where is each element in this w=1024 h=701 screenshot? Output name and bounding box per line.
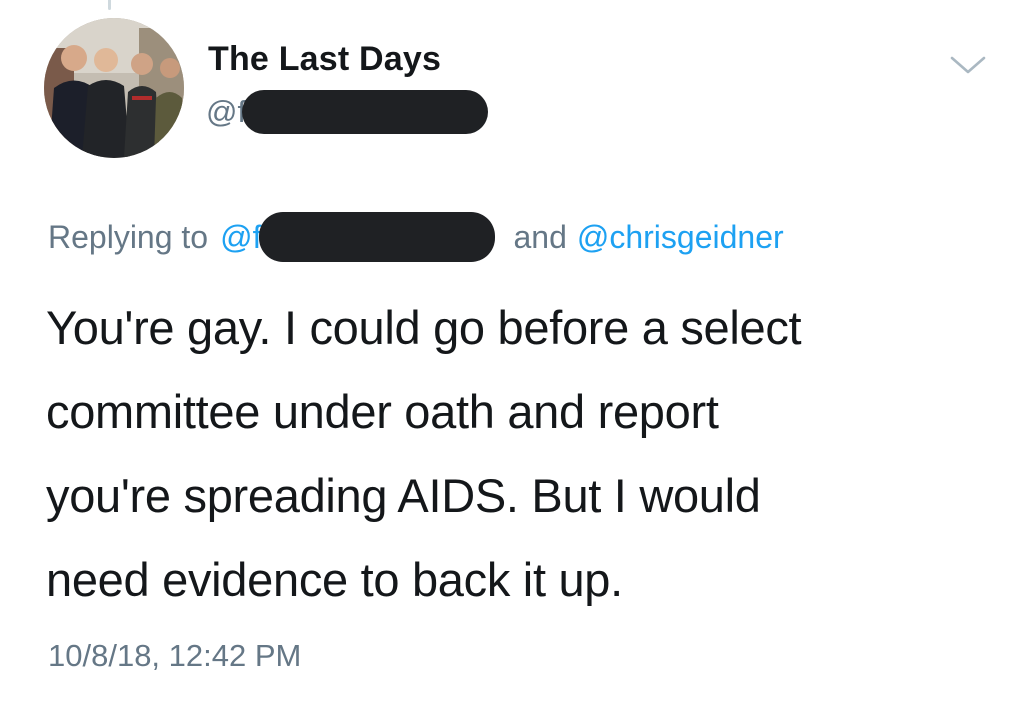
- author-handle-visible: @f: [206, 94, 247, 129]
- tweet-timestamp[interactable]: 10/8/18, 12:42 PM: [48, 638, 301, 674]
- reply-conjunction: and: [513, 218, 567, 255]
- chevron-down-icon[interactable]: [948, 52, 988, 78]
- tweet-text-line: need evidence to back it up.: [46, 553, 623, 606]
- handle-redaction-bar: [242, 90, 489, 134]
- avatar-image: [44, 18, 184, 158]
- author-display-name[interactable]: The Last Days: [208, 40, 441, 79]
- replying-to-label: Replying to: [48, 218, 209, 255]
- reply-redaction-bar: [259, 212, 496, 262]
- author-handle[interactable]: @f: [206, 90, 489, 134]
- reply-mention-first[interactable]: @f: [220, 219, 261, 256]
- tweet-card: The Last Days @f Replying to @f and @chr…: [0, 0, 1024, 701]
- replying-to-line: Replying to @f and @chrisgeidner: [48, 212, 784, 262]
- thread-connector: [108, 0, 111, 10]
- tweet-text-line: You're gay. I could go before a select: [46, 301, 802, 354]
- tweet-text: You're gay. I could go before a select c…: [46, 286, 1006, 622]
- reply-mention-chrisgeidner[interactable]: @chrisgeidner: [577, 219, 784, 256]
- tweet-text-line: you're spreading AIDS. But I would: [46, 469, 761, 522]
- avatar[interactable]: [44, 18, 184, 158]
- tweet-text-line: committee under oath and report: [46, 385, 719, 438]
